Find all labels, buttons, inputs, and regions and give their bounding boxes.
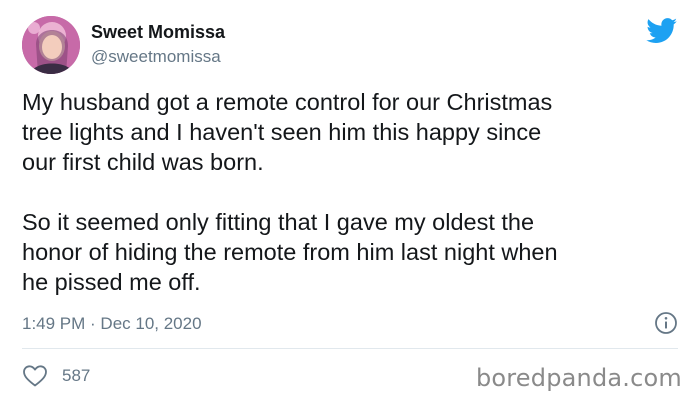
author-name[interactable]: Sweet Momissa xyxy=(91,21,225,43)
avatar[interactable] xyxy=(22,16,80,74)
watermark: boredpanda.com xyxy=(475,364,682,392)
tweet-paragraph: My husband got a remote control for our … xyxy=(22,89,553,175)
info-icon[interactable] xyxy=(654,311,678,335)
tweet-card: Sweet Momissa @sweetmomissa My husband g… xyxy=(0,0,700,402)
like-button[interactable]: 587 xyxy=(22,364,90,388)
tweet-timestamp[interactable]: 1:49 PM · Dec 10, 2020 xyxy=(22,313,202,335)
divider xyxy=(22,348,678,349)
tweet-paragraph: So it seemed only fitting that I gave my… xyxy=(22,209,558,295)
like-count: 587 xyxy=(62,366,91,385)
twitter-bird-icon[interactable] xyxy=(646,18,678,44)
author-handle[interactable]: @sweetmomissa xyxy=(91,46,221,68)
tweet-text: My husband got a remote control for our … xyxy=(22,87,682,297)
heart-icon[interactable] xyxy=(22,364,48,388)
